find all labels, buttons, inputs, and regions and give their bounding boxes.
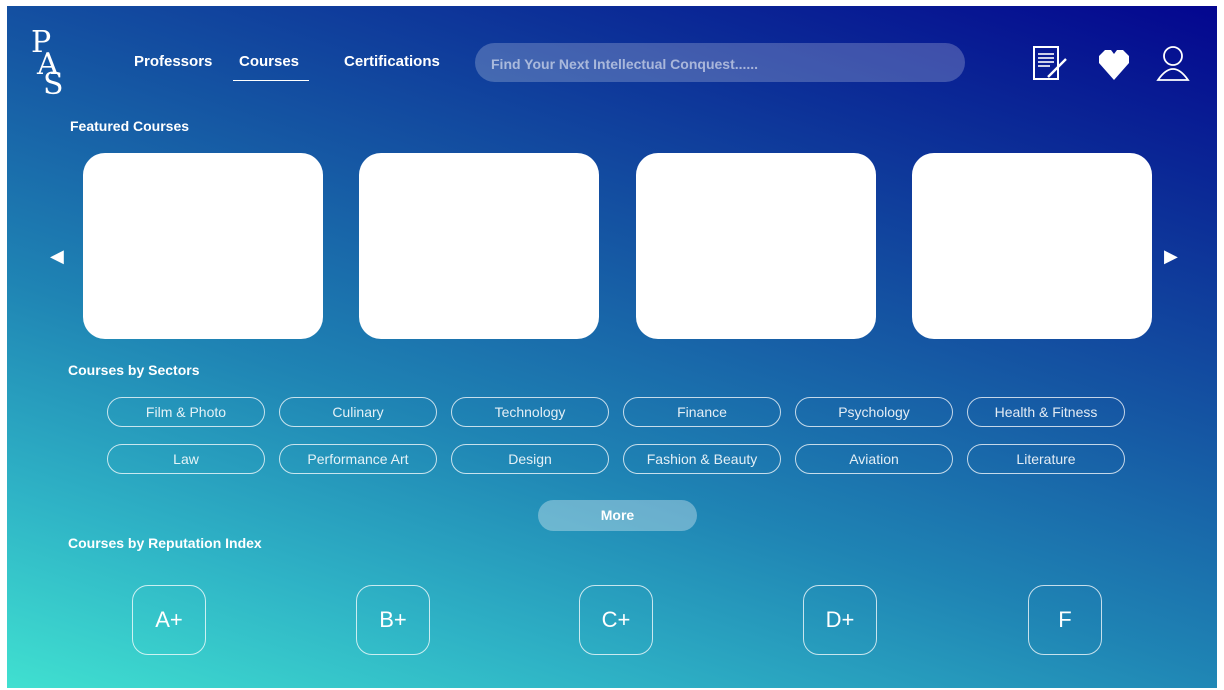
featured-course-card-2[interactable] <box>359 153 599 339</box>
sector-chip-psychology[interactable]: Psychology <box>795 397 953 427</box>
nav-professors[interactable]: Professors <box>134 53 212 70</box>
grade-d-plus-button[interactable]: D+ <box>803 585 877 655</box>
reputation-title: Courses by Reputation Index <box>68 535 262 551</box>
sector-chip-literature[interactable]: Literature <box>967 444 1125 474</box>
grade-f-button[interactable]: F <box>1028 585 1102 655</box>
sector-chip-law[interactable]: Law <box>107 444 265 474</box>
sector-chip-culinary[interactable]: Culinary <box>279 397 437 427</box>
pas-logo[interactable]: P A S <box>27 20 73 102</box>
featured-course-card-4[interactable] <box>912 153 1152 339</box>
nav-courses[interactable]: Courses <box>232 53 310 81</box>
grade-b-plus-button[interactable]: B+ <box>356 585 430 655</box>
sectors-title: Courses by Sectors <box>68 362 200 378</box>
heart-icon[interactable] <box>1096 48 1132 82</box>
search-input[interactable] <box>489 43 953 84</box>
sector-chip-finance[interactable]: Finance <box>623 397 781 427</box>
sector-chip-film-photo[interactable]: Film & Photo <box>107 397 265 427</box>
featured-course-card-1[interactable] <box>83 153 323 339</box>
nav-certifications[interactable]: Certifications <box>344 53 440 70</box>
user-profile-icon[interactable] <box>1155 44 1191 84</box>
featured-course-card-3[interactable] <box>636 153 876 339</box>
more-sectors-button[interactable]: More <box>538 500 697 531</box>
sector-chip-technology[interactable]: Technology <box>451 397 609 427</box>
sector-chip-health-fitness[interactable]: Health & Fitness <box>967 397 1125 427</box>
notepad-pencil-icon[interactable] <box>1030 44 1070 84</box>
search-bar <box>475 43 965 84</box>
sector-chip-aviation[interactable]: Aviation <box>795 444 953 474</box>
featured-courses-title: Featured Courses <box>70 118 190 134</box>
grade-c-plus-button[interactable]: C+ <box>579 585 653 655</box>
carousel-prev-icon[interactable]: ◀ <box>50 246 64 267</box>
sector-chip-fashion-beauty[interactable]: Fashion & Beauty <box>623 444 781 474</box>
logo-letter-s: S <box>43 67 64 102</box>
app-canvas: P A S Professors Courses Certifications … <box>7 6 1217 688</box>
sector-chip-performance-art[interactable]: Performance Art <box>279 444 437 474</box>
sector-chip-design[interactable]: Design <box>451 444 609 474</box>
grade-a-plus-button[interactable]: A+ <box>132 585 206 655</box>
carousel-next-icon[interactable]: ▶ <box>1164 246 1178 267</box>
